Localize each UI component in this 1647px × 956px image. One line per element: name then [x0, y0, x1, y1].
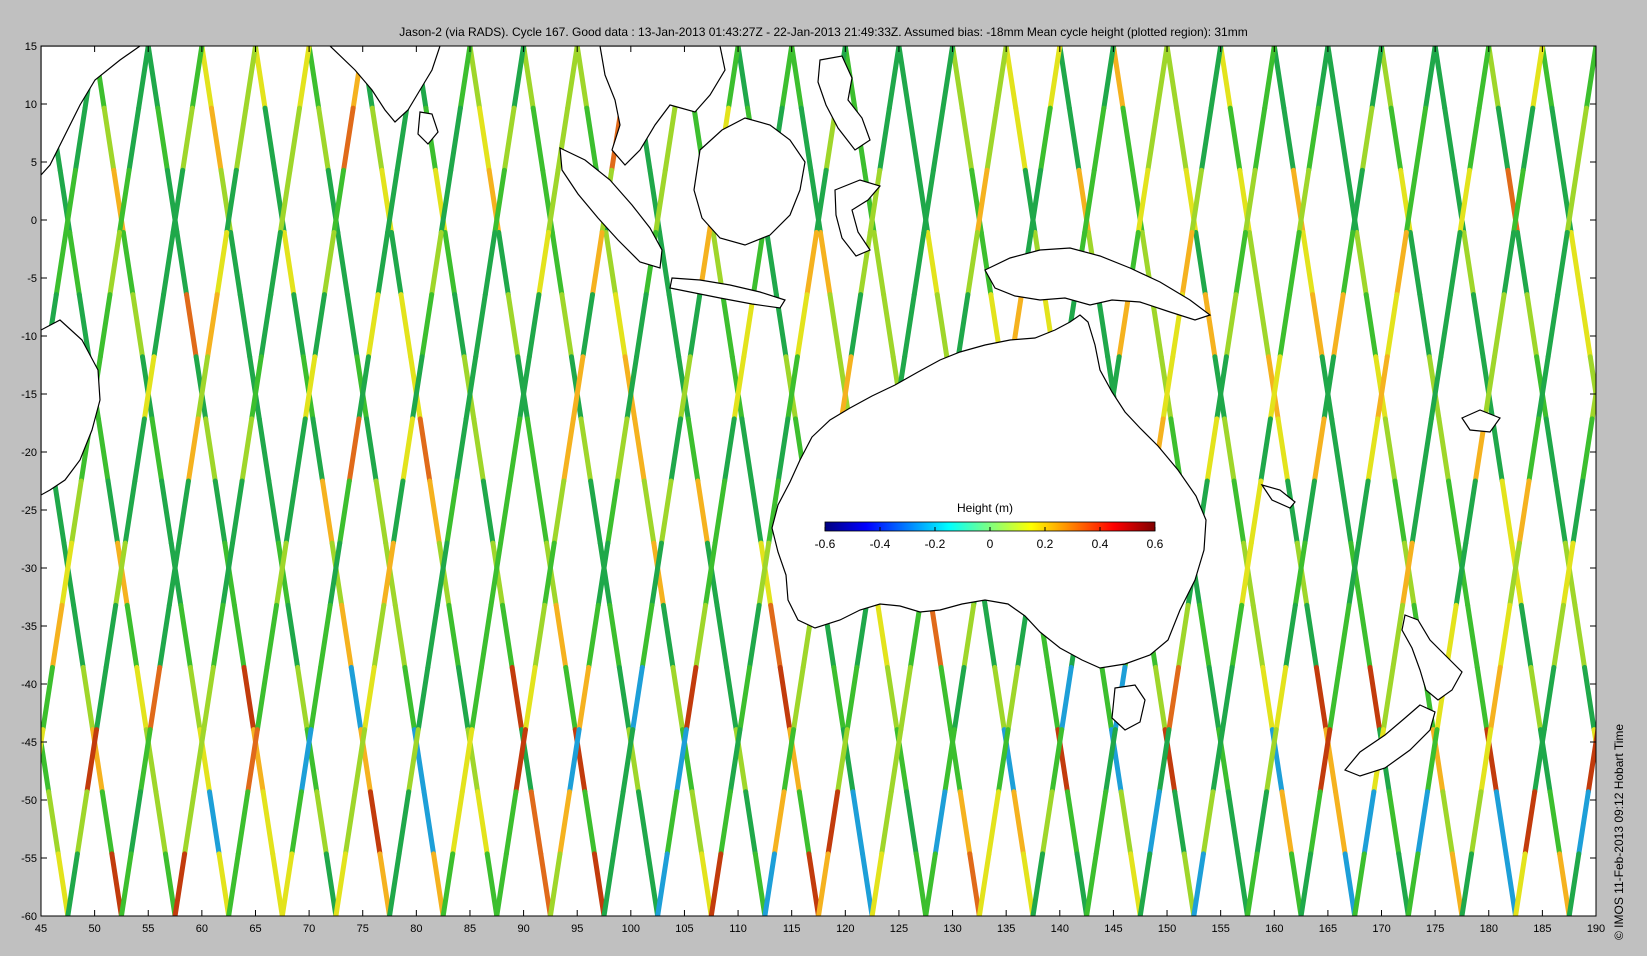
colorbar-tick-label: 0.2 — [1037, 537, 1054, 551]
track-segment — [1600, 419, 1610, 481]
x-tick-label: 90 — [517, 923, 529, 935]
track-segment — [1629, 605, 1639, 667]
colorbar-tick-label: 0.6 — [1147, 537, 1164, 551]
y-tick-label: -20 — [21, 447, 37, 459]
colorbar-tick-label: 0.4 — [1092, 537, 1109, 551]
track-segment — [1627, 481, 1637, 543]
track-segment — [1636, 419, 1646, 481]
x-tick-label: 70 — [303, 923, 315, 935]
x-tick-label: 100 — [622, 923, 640, 935]
track-segment — [12, 170, 22, 232]
track-segment — [1630, 108, 1640, 170]
y-tick-label: -15 — [21, 389, 37, 401]
track-segment — [0, 605, 8, 667]
y-tick-label: -45 — [21, 737, 37, 749]
x-tick-label: 125 — [890, 923, 908, 935]
track-segment — [0, 419, 1, 481]
x-tick-label: 145 — [1104, 923, 1122, 935]
altimetry-figure: Jason-2 (via RADS). Cycle 167. Good data… — [0, 0, 1647, 956]
track-segment — [41, 725, 42, 732]
track-segment — [1617, 543, 1627, 605]
x-tick-label: 130 — [943, 923, 961, 935]
x-tick-label: 160 — [1265, 923, 1283, 935]
track-segment — [1621, 170, 1631, 232]
track-segment — [1619, 543, 1629, 605]
x-tick-label: 110 — [729, 923, 747, 935]
x-tick-label: 45 — [35, 923, 47, 935]
track-segment — [1595, 725, 1596, 732]
colorbar-tick-label: 0 — [987, 537, 994, 551]
track-segment — [1640, 46, 1647, 108]
x-tick-label: 180 — [1480, 923, 1498, 935]
track-segment — [1638, 667, 1647, 729]
track-segment — [1607, 605, 1617, 667]
y-tick-label: -5 — [27, 273, 37, 285]
y-tick-label: -35 — [21, 621, 37, 633]
track-segment — [1593, 46, 1596, 63]
x-tick-label: 105 — [675, 923, 693, 935]
x-tick-label: 175 — [1426, 923, 1444, 935]
x-tick-label: 120 — [836, 923, 854, 935]
track-segment — [1609, 481, 1619, 543]
track-segment — [1632, 792, 1642, 854]
colorbar-label: Height (m) — [957, 501, 1013, 515]
y-tick-label: -40 — [21, 679, 37, 691]
x-tick-label: 95 — [571, 923, 583, 935]
y-tick-label: -25 — [21, 505, 37, 517]
track-segment — [1, 481, 11, 543]
x-tick-label: 150 — [1158, 923, 1176, 935]
track-segment — [0, 792, 5, 854]
track-segment — [1602, 295, 1612, 357]
y-tick-label: -10 — [21, 331, 37, 343]
x-tick-label: 60 — [196, 923, 208, 935]
track-segment — [20, 605, 30, 667]
y-tick-label: 5 — [31, 157, 37, 169]
y-tick-label: -60 — [21, 911, 37, 923]
x-tick-label: 85 — [464, 923, 476, 935]
track-segment — [10, 543, 20, 605]
y-tick-label: -30 — [21, 563, 37, 575]
y-tick-label: 0 — [31, 215, 37, 227]
x-tick-label: 55 — [142, 923, 154, 935]
x-tick-label: 190 — [1587, 923, 1605, 935]
track-segment — [3, 232, 13, 294]
copyright-credit: © IMOS 11-Feb-2013 09:12 Hobart Time — [1612, 723, 1626, 940]
x-tick-label: 75 — [357, 923, 369, 935]
track-segment — [5, 854, 15, 916]
x-tick-label: 135 — [997, 923, 1015, 935]
x-tick-label: 115 — [783, 923, 801, 935]
track-segment — [8, 543, 18, 605]
y-tick-label: -50 — [21, 795, 37, 807]
track-segment — [0, 295, 3, 357]
colorbar-tick-label: -0.2 — [925, 537, 946, 551]
track-segment — [0, 108, 7, 170]
altimetry-map: 45 50 55 60 65 70 75 80 85 90 95 100 105 110 115 120 125… — [0, 41, 1647, 935]
colorbar-tick-label: -0.6 — [815, 537, 836, 551]
colorbar-tick-label: -0.4 — [870, 537, 891, 551]
y-tick-label: 15 — [25, 41, 37, 53]
track-segment — [7, 170, 17, 232]
x-tick-label: 165 — [1319, 923, 1337, 935]
x-tick-label: 140 — [1051, 923, 1069, 935]
x-tick-label: 80 — [410, 923, 422, 935]
track-segment — [1606, 108, 1616, 170]
track-segment — [26, 295, 36, 357]
track-segment — [1625, 232, 1635, 294]
x-tick-label: 50 — [88, 923, 100, 935]
y-tick-label: 10 — [25, 99, 37, 111]
y-tick-label: -55 — [21, 853, 37, 865]
track-segment — [16, 232, 26, 294]
track-segment — [1642, 730, 1647, 792]
track-segment — [1615, 170, 1625, 232]
track-segment — [1634, 295, 1644, 357]
x-tick-label: 155 — [1211, 923, 1229, 935]
x-tick-label: 65 — [249, 923, 261, 935]
x-tick-label: 185 — [1533, 923, 1551, 935]
x-tick-label: 170 — [1372, 923, 1390, 935]
track-segment — [1611, 232, 1621, 294]
